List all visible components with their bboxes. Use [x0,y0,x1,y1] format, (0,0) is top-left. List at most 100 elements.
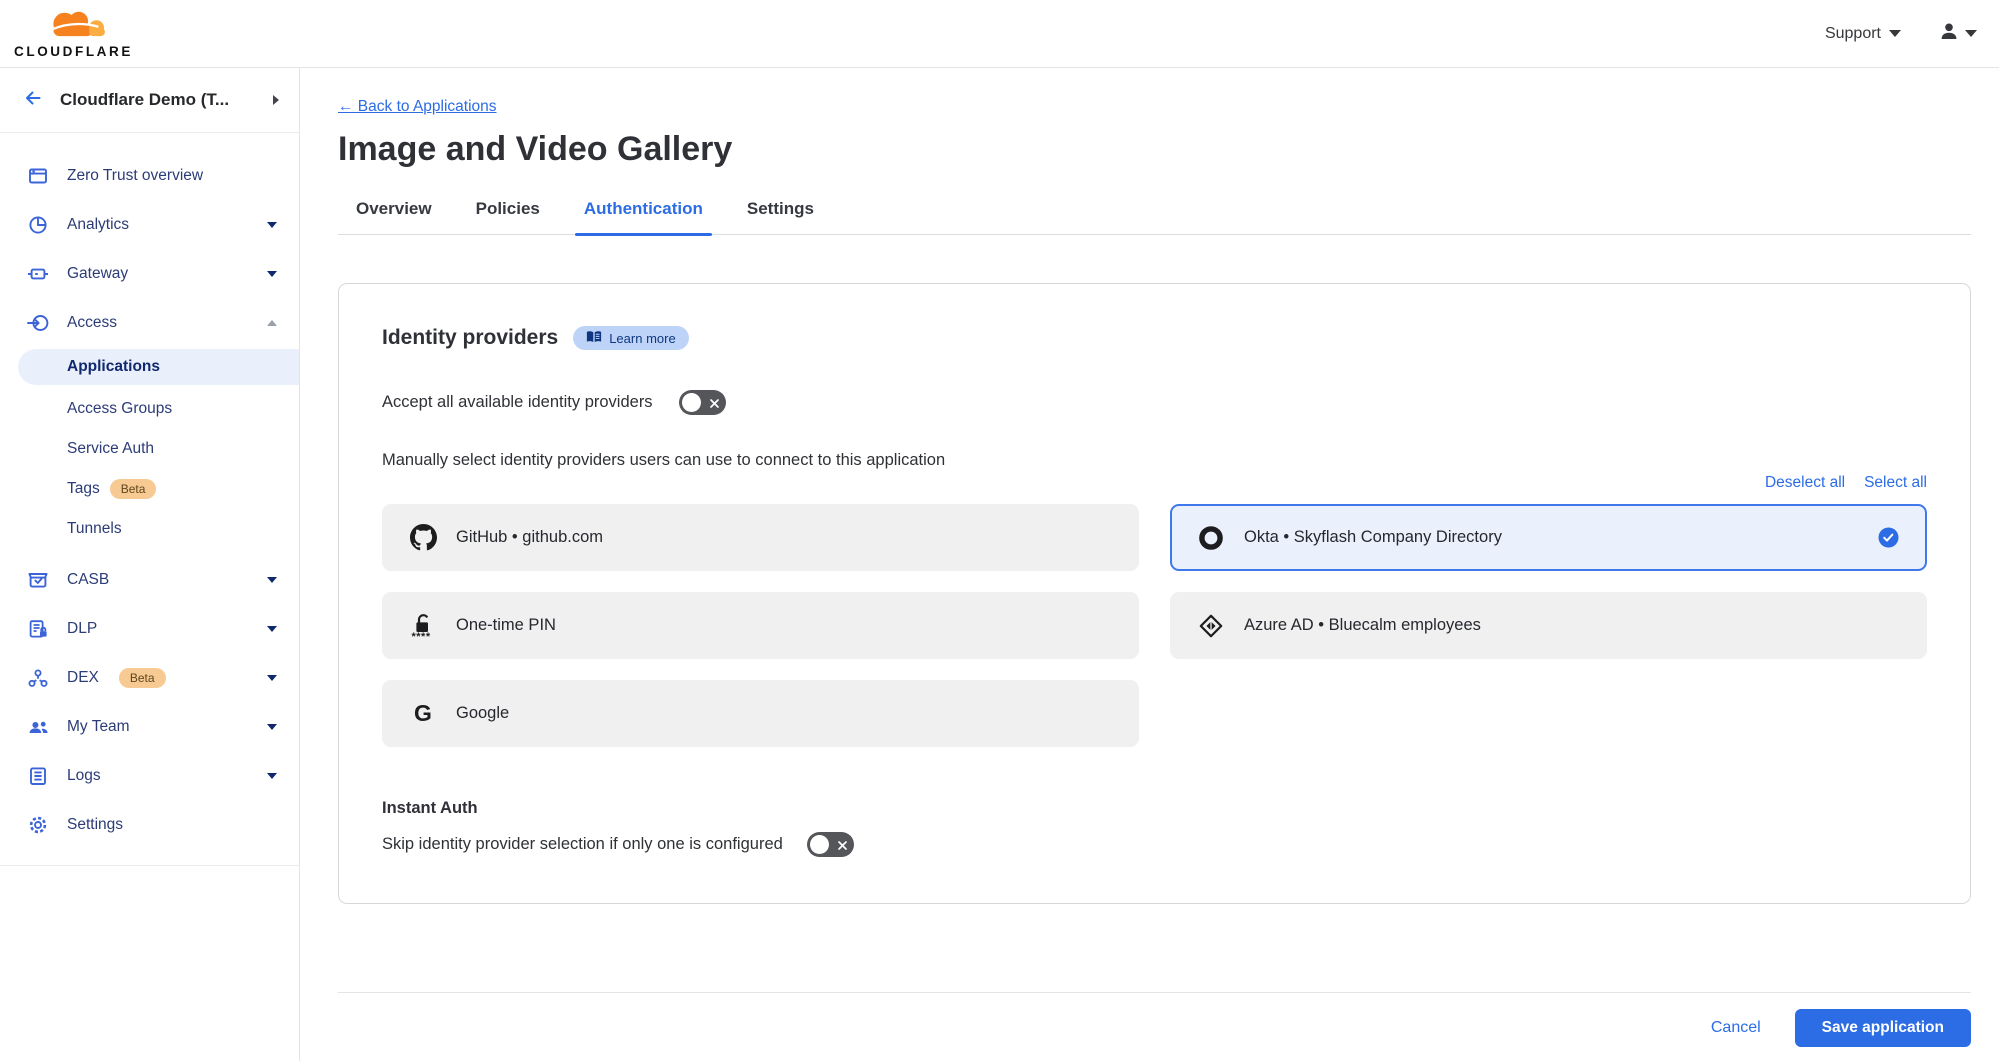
sidebar-item-label: Gateway [67,265,250,283]
azure-ad-icon [1197,613,1225,639]
main-content: ← Back to Applications Image and Video G… [300,68,1999,1061]
chevron-down-icon [1889,30,1901,37]
sidebar-item-gateway[interactable]: Gateway [0,249,299,298]
okta-icon [1197,525,1225,551]
sub-item-label: Tags [67,480,100,498]
sub-item-label: Access Groups [67,400,172,418]
top-bar: CLOUDFLARE Support [0,0,1999,68]
sidebar-item-tunnels[interactable]: Tunnels [0,509,299,549]
window-icon [26,165,50,187]
network-icon [26,667,50,689]
log-icon [26,765,50,787]
chevron-right-icon[interactable] [273,95,279,105]
tab-overview[interactable]: Overview [356,199,432,234]
cloudflare-wordmark: CLOUDFLARE [14,44,133,59]
tab-policies[interactable]: Policies [476,199,540,234]
sidebar-item-access-groups[interactable]: Access Groups [0,389,299,429]
instant-auth-toggle[interactable] [807,832,854,857]
cloudflare-logo[interactable]: CLOUDFLARE [14,8,133,59]
sidebar-item-label: Logs [67,767,250,785]
tab-bar: Overview Policies Authentication Setting… [338,199,1971,235]
dex-label: DEX [67,669,99,687]
sub-item-label: Applications [67,358,160,376]
cloudflare-cloud-icon [34,8,114,43]
people-icon [26,716,50,738]
provider-tile-okta[interactable]: Okta • Skyflash Company Directory [1170,504,1927,571]
sidebar-item-my-team[interactable]: My Team [0,702,299,751]
cancel-button[interactable]: Cancel [1711,1019,1761,1037]
sidebar-item-label: Zero Trust overview [67,167,277,185]
tab-authentication[interactable]: Authentication [584,199,703,234]
learn-more-badge[interactable]: Learn more [573,326,688,350]
back-arrow-icon[interactable] [22,88,44,113]
chevron-down-icon [267,222,277,228]
chevron-down-icon [1965,30,1977,37]
sidebar-item-zero-trust-overview[interactable]: Zero Trust overview [0,151,299,200]
toggle-x-icon [837,838,848,856]
select-all-link[interactable]: Select all [1864,474,1927,492]
sidebar-item-settings[interactable]: Settings [0,800,299,849]
sidebar-item-analytics[interactable]: Analytics [0,200,299,249]
sidebar-item-label: My Team [67,718,250,736]
doc-lock-icon [26,618,50,640]
sidebar-item-label: CASB [67,571,250,589]
support-menu[interactable]: Support [1825,25,1901,43]
support-label: Support [1825,25,1881,43]
chevron-up-icon [267,320,277,326]
access-subnav: Applications Access Groups Service Auth … [0,349,299,549]
sidebar-item-applications[interactable]: Applications [18,349,299,385]
back-to-applications-link[interactable]: ← Back to Applications [338,98,497,116]
sidebar-item-label: DEX Beta [67,668,250,688]
sidebar-item-label: Settings [67,816,277,834]
sidebar-item-tags[interactable]: Tags Beta [0,469,299,509]
sidebar-item-dlp[interactable]: DLP [0,604,299,653]
provider-tile-one-time-pin[interactable]: **** One-time PIN [382,592,1139,659]
sidebar-item-label: DLP [67,620,250,638]
box-check-icon [26,569,50,591]
toggle-x-icon [709,396,720,414]
save-application-button[interactable]: Save application [1795,1009,1971,1047]
access-icon [26,312,50,334]
github-icon [409,524,437,551]
provider-label: Okta • Skyflash Company Directory [1244,528,1502,547]
tab-settings[interactable]: Settings [747,199,814,234]
user-icon [1939,22,1959,45]
action-footer: Cancel Save application [338,992,1971,1047]
chevron-down-icon [267,271,277,277]
provider-tile-github[interactable]: GitHub • github.com [382,504,1139,571]
accept-all-label: Accept all available identity providers [382,393,653,412]
provider-tile-google[interactable]: G Google [382,680,1139,747]
gear-icon [26,814,50,836]
sidebar-item-logs[interactable]: Logs [0,751,299,800]
sidebar-item-label: Access [67,314,250,332]
sidebar: Cloudflare Demo (T... Zero Trust overvie… [0,68,300,1061]
sub-item-label: Tunnels [67,520,122,538]
sidebar-item-access[interactable]: Access [0,298,299,347]
provider-label: One-time PIN [456,616,556,635]
toggle-knob [682,393,701,412]
chevron-down-icon [267,577,277,583]
pie-chart-icon [26,214,50,236]
provider-tile-azure-ad[interactable]: Azure AD • Bluecalm employees [1170,592,1927,659]
user-menu[interactable] [1939,22,1977,45]
provider-label: Azure AD • Bluecalm employees [1244,616,1481,635]
beta-badge: Beta [119,668,166,688]
instant-auth-heading: Instant Auth [382,799,1927,818]
accept-all-toggle[interactable] [679,390,726,415]
provider-label: GitHub • github.com [456,528,603,547]
provider-label: Google [456,704,509,723]
account-name[interactable]: Cloudflare Demo (T... [60,90,257,110]
identity-providers-card: Identity providers Learn more Accept all… [338,283,1971,904]
page-title: Image and Video Gallery [338,130,1971,169]
chevron-down-icon [267,626,277,632]
book-icon [586,330,602,347]
chevron-down-icon [267,773,277,779]
instant-auth-label: Skip identity provider selection if only… [382,835,783,854]
deselect-all-link[interactable]: Deselect all [1765,474,1845,492]
sidebar-item-casb[interactable]: CASB [0,555,299,604]
sidebar-divider [0,865,299,866]
sidebar-item-dex[interactable]: DEX Beta [0,653,299,702]
otp-lock-icon: **** [409,611,437,641]
sidebar-item-service-auth[interactable]: Service Auth [0,429,299,469]
card-title: Identity providers [382,326,558,350]
